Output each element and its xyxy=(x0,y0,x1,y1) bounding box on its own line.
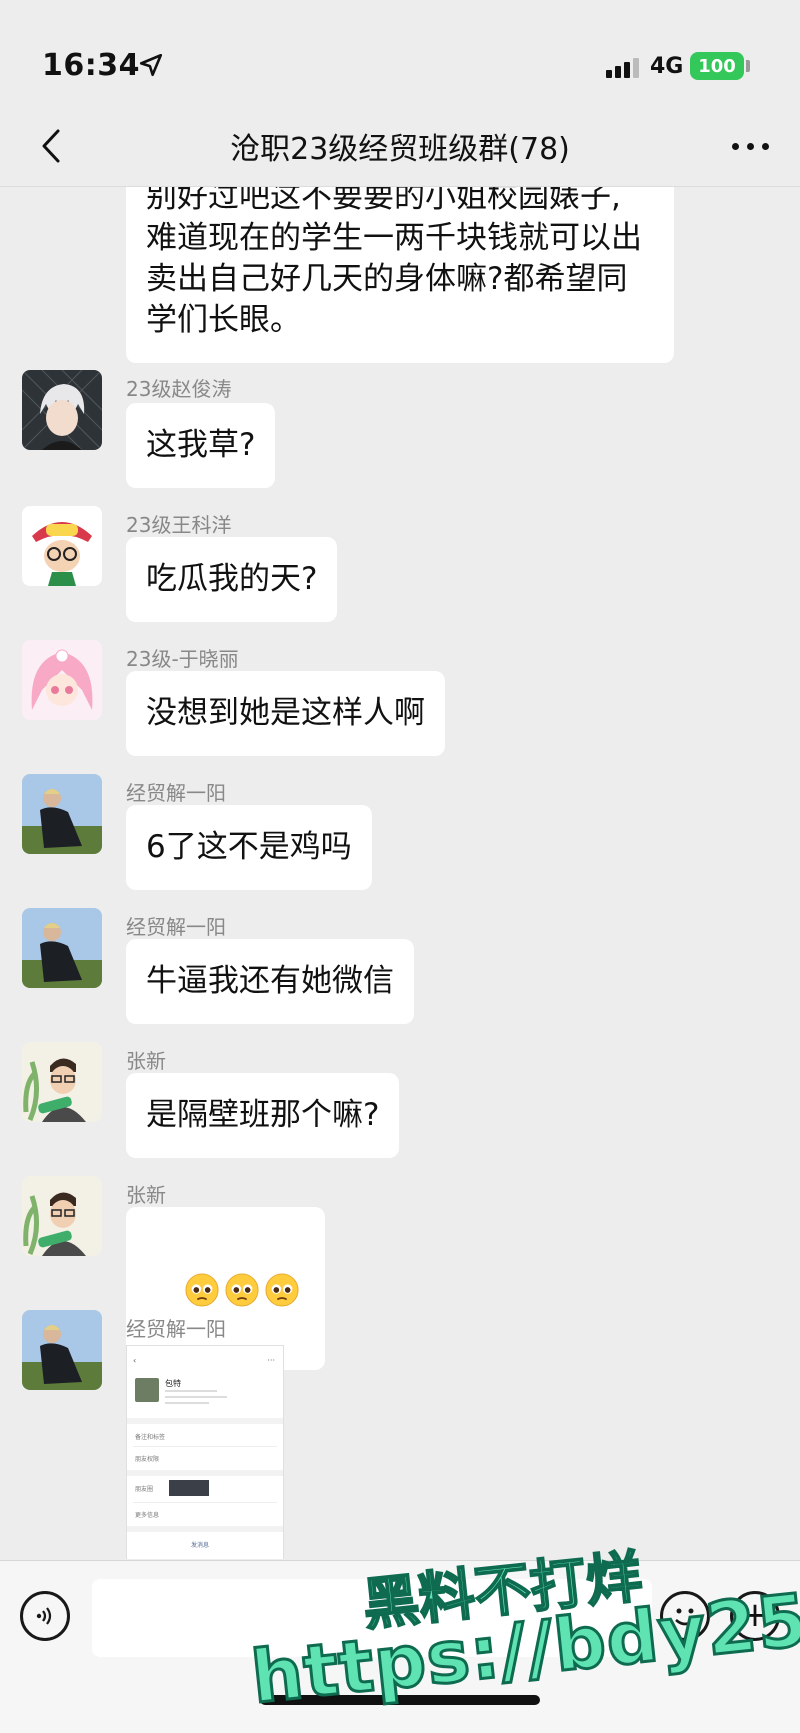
location-arrow-icon xyxy=(139,53,163,77)
send-message-link: 发消息 xyxy=(191,1542,210,1549)
avatar[interactable] xyxy=(22,774,102,854)
message-bubble[interactable]: 是隔壁班那个嘛? xyxy=(126,1073,400,1158)
message-bubble[interactable]: 别好过吧这不要要的小姐校园婊子, 难道现在的学生一两千块钱就可以出 卖出自己好几… xyxy=(126,187,674,363)
profile-row-label: 朋友圈 xyxy=(135,1486,154,1493)
sender-name: 23级-于晓丽 xyxy=(126,647,239,671)
moments-thumbnails xyxy=(169,1480,209,1496)
avatar[interactable] xyxy=(22,640,102,720)
contact-meta-line xyxy=(165,1390,217,1392)
more-dot-icon xyxy=(761,142,769,150)
avatar[interactable] xyxy=(22,1176,102,1256)
image-message[interactable]: ‹ ··· 包特 备注和标签 朋友权限 朋友圈 更多信息 发消息 xyxy=(126,1345,284,1559)
pleading-face-icon xyxy=(265,1272,299,1307)
avatar[interactable] xyxy=(22,1310,102,1390)
avatar-cartoon-man-icon xyxy=(22,1042,102,1122)
sender-name: 张新 xyxy=(126,1183,166,1207)
signal-bars-icon xyxy=(606,58,639,78)
avatar[interactable] xyxy=(22,1042,102,1122)
chat-area[interactable]: 别好过吧这不要要的小姐校园婊子, 难道现在的学生一两千块钱就可以出 卖出自己好几… xyxy=(0,187,800,1559)
pleading-face-icon xyxy=(225,1272,259,1307)
message-bubble[interactable]: 这我草? xyxy=(126,403,276,488)
nav-bar: 沧职23级经贸班级群(78) xyxy=(0,110,800,187)
section-divider xyxy=(127,1418,283,1424)
battery-tip xyxy=(746,60,750,72)
more-icon: ··· xyxy=(267,1356,275,1365)
profile-row-label: 备注和标签 xyxy=(135,1434,166,1441)
sender-name: 经贸解一阳 xyxy=(126,781,226,805)
more-button[interactable] xyxy=(720,118,780,174)
message-bubble[interactable]: 6了这不是鸡吗 xyxy=(126,805,372,890)
more-dot-icon xyxy=(731,142,739,150)
avatar-cartoon-man-icon xyxy=(22,1176,102,1256)
contact-meta-line xyxy=(165,1402,209,1404)
avatar[interactable] xyxy=(22,908,102,988)
avatar[interactable] xyxy=(22,370,102,450)
avatar-pink-anime-girl-icon xyxy=(22,640,102,720)
sender-name: 经贸解一阳 xyxy=(126,1317,226,1341)
message-bubble[interactable]: 没想到她是这样人啊 xyxy=(126,671,445,756)
avatar-man-outdoor-icon xyxy=(22,1310,102,1390)
chevron-left-icon: ‹ xyxy=(133,1356,137,1365)
avatar-man-outdoor-icon xyxy=(22,774,102,854)
voice-wave-icon xyxy=(36,1607,52,1625)
message-bubble[interactable]: 吃瓜我的天? xyxy=(126,537,338,622)
contact-avatar xyxy=(135,1378,159,1402)
profile-row-label: 更多信息 xyxy=(135,1512,160,1519)
chat-title: 沧职23级经贸班级群(78) xyxy=(230,132,570,167)
pleading-face-icon xyxy=(185,1272,219,1307)
contact-meta-line xyxy=(165,1396,227,1398)
section-divider xyxy=(127,1526,283,1532)
row-divider xyxy=(133,1502,277,1503)
sender-name: 23级赵俊涛 xyxy=(126,377,232,401)
section-divider xyxy=(127,1470,283,1476)
battery-indicator: 100 xyxy=(690,52,744,80)
voice-button[interactable] xyxy=(20,1591,70,1641)
sender-name: 23级王科洋 xyxy=(126,513,232,537)
avatar[interactable] xyxy=(22,506,102,586)
sender-name: 经贸解一阳 xyxy=(126,915,226,939)
more-dot-icon xyxy=(746,142,754,150)
network-type: 4G xyxy=(650,54,684,79)
profile-row-label: 朋友权限 xyxy=(135,1456,160,1463)
message-bubble[interactable]: 牛逼我还有她微信 xyxy=(126,939,414,1024)
avatar-anime-boy-icon xyxy=(22,370,102,450)
sender-name: 张新 xyxy=(126,1049,166,1073)
status-time: 16:34 xyxy=(42,48,140,83)
status-bar: 16:34 4G 100 xyxy=(0,0,800,110)
avatar-arale-icon xyxy=(22,506,102,586)
row-divider xyxy=(133,1446,277,1447)
contact-name: 包特 xyxy=(165,1379,181,1388)
avatar-man-outdoor-icon xyxy=(22,908,102,988)
